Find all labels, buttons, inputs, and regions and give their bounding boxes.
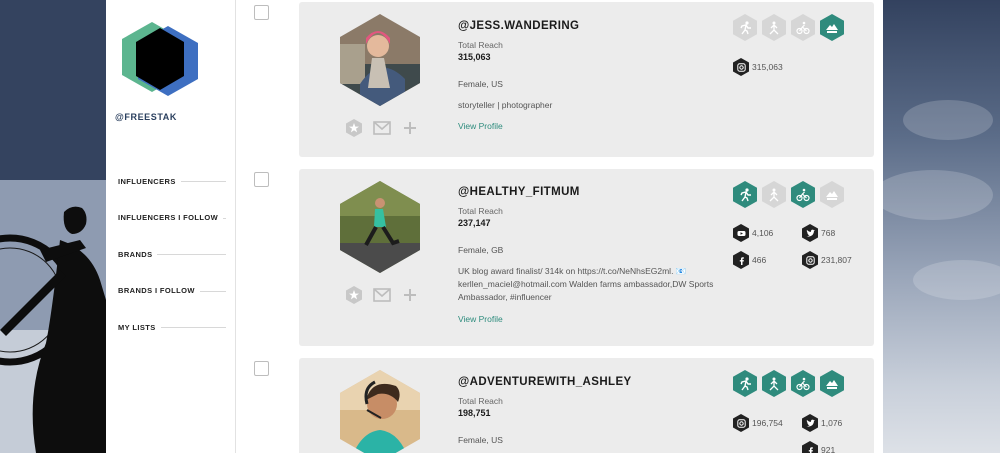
card-actions xyxy=(345,286,419,304)
social-facebook: 921 xyxy=(802,441,835,453)
background-cyclist-scene xyxy=(0,0,106,453)
twitter-icon xyxy=(802,414,818,432)
social-instagram: 231,807 xyxy=(802,251,852,269)
category-badges xyxy=(733,14,844,41)
outdoors-icon xyxy=(820,181,844,208)
total-reach-label: Total Reach xyxy=(458,40,503,50)
instagram-count: 315,063 xyxy=(752,62,783,72)
instagram-icon xyxy=(802,251,818,269)
running-icon xyxy=(733,14,757,41)
bio: UK blog award finalist/ 314k on https://… xyxy=(458,266,714,302)
social-instagram: 196,754 xyxy=(733,414,783,432)
social-twitter: 1,076 xyxy=(802,414,842,432)
youtube-icon xyxy=(733,224,749,242)
triathlon-icon xyxy=(762,181,786,208)
select-checkbox[interactable] xyxy=(254,5,269,20)
instagram-icon xyxy=(733,58,749,76)
add-to-list-icon[interactable] xyxy=(401,119,419,137)
category-badges xyxy=(733,181,844,208)
total-reach-value: 237,147 xyxy=(458,218,491,228)
sidebar-nav: INFLUENCERS INFLUENCERS I FOLLOW BRANDS … xyxy=(118,163,226,346)
category-badges xyxy=(733,370,844,397)
triathlon-icon xyxy=(762,370,786,397)
facebook-count: 921 xyxy=(821,445,836,453)
view-profile-link[interactable]: View Profile xyxy=(458,314,503,324)
nav-item-influencers[interactable]: INFLUENCERS xyxy=(118,163,226,200)
total-reach-label: Total Reach xyxy=(458,396,503,406)
running-icon xyxy=(733,181,757,208)
instagram-icon xyxy=(733,414,749,432)
demographics: Female, GB xyxy=(458,245,504,255)
total-reach-label: Total Reach xyxy=(458,206,503,216)
outdoors-icon xyxy=(820,14,844,41)
cycling-icon xyxy=(791,14,815,41)
social-youtube: 4,106 xyxy=(733,224,773,242)
freestak-logo[interactable] xyxy=(120,20,200,100)
avatar[interactable] xyxy=(340,370,420,453)
account-handle[interactable]: @FREESTAK xyxy=(115,112,177,122)
message-icon[interactable] xyxy=(373,286,391,304)
nav-item-brands-i-follow[interactable]: BRANDS I FOLLOW xyxy=(118,273,226,310)
nav-item-brands[interactable]: BRANDS xyxy=(118,236,226,273)
avatar[interactable] xyxy=(340,14,420,106)
bio: storyteller | photographer xyxy=(458,100,553,110)
influencer-handle[interactable]: @JESS.WANDERING xyxy=(458,20,579,32)
social-facebook: 466 xyxy=(733,251,766,269)
demographics: Female, US xyxy=(458,79,503,89)
nav-item-influencers-i-follow[interactable]: INFLUENCERS I FOLLOW xyxy=(118,200,226,237)
select-checkbox[interactable] xyxy=(254,361,269,376)
running-icon xyxy=(733,370,757,397)
outdoors-icon xyxy=(820,370,844,397)
twitter-count: 1,076 xyxy=(821,418,843,428)
social-twitter: 768 xyxy=(802,224,835,242)
twitter-count: 768 xyxy=(821,228,836,238)
influencer-card: @HEALTHY_FITMUM Total Reach 237,147 Fema… xyxy=(299,169,874,346)
select-checkbox[interactable] xyxy=(254,172,269,187)
instagram-count: 196,754 xyxy=(752,418,783,428)
influencer-list: @JESS.WANDERING Total Reach 315,063 Fema… xyxy=(235,0,883,453)
twitter-icon xyxy=(802,224,818,242)
card-actions xyxy=(345,119,419,137)
social-instagram: 315,063 xyxy=(733,58,783,76)
view-profile-link[interactable]: View Profile xyxy=(458,121,503,131)
add-to-list-icon[interactable] xyxy=(401,286,419,304)
triathlon-icon xyxy=(762,14,786,41)
facebook-count: 466 xyxy=(752,255,767,265)
sidebar: @FREESTAK INFLUENCERS INFLUENCERS I FOLL… xyxy=(106,0,235,453)
favorite-badge-icon[interactable] xyxy=(345,119,363,137)
influencer-card: @ADVENTUREWITH_ASHLEY Total Reach 198,75… xyxy=(299,358,874,453)
background-sky xyxy=(883,0,1000,453)
cycling-icon xyxy=(791,370,815,397)
demographics: Female, US xyxy=(458,435,503,445)
cycling-icon xyxy=(791,181,815,208)
youtube-count: 4,106 xyxy=(752,228,774,238)
influencer-card: @JESS.WANDERING Total Reach 315,063 Fema… xyxy=(299,2,874,157)
influencer-handle[interactable]: @HEALTHY_FITMUM xyxy=(458,186,580,198)
favorite-badge-icon[interactable] xyxy=(345,286,363,304)
facebook-icon xyxy=(733,251,749,269)
facebook-icon xyxy=(802,441,818,453)
instagram-count: 231,807 xyxy=(821,255,852,265)
total-reach-value: 315,063 xyxy=(458,52,491,62)
nav-item-my-lists[interactable]: MY LISTS xyxy=(118,309,226,346)
total-reach-value: 198,751 xyxy=(458,408,491,418)
influencer-handle[interactable]: @ADVENTUREWITH_ASHLEY xyxy=(458,376,632,388)
avatar[interactable] xyxy=(340,181,420,273)
message-icon[interactable] xyxy=(373,119,391,137)
